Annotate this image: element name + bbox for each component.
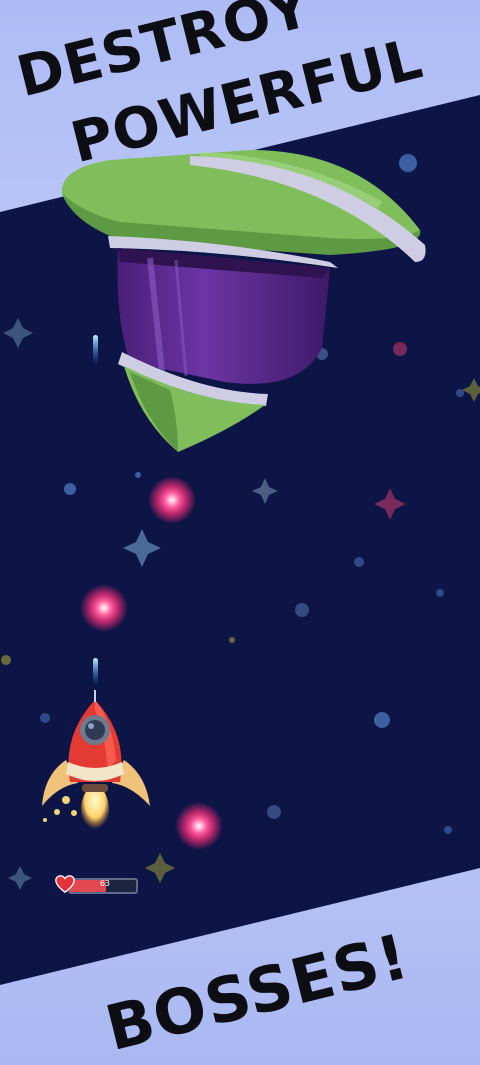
health-bar: 63 (54, 873, 138, 895)
game-screen: 63 DESTROY POWERFUL BOSSES! (0, 0, 480, 1065)
heart-icon (55, 875, 75, 894)
health-track: 63 (68, 878, 138, 894)
health-value: 63 (99, 879, 110, 888)
game-canvas (0, 95, 480, 985)
